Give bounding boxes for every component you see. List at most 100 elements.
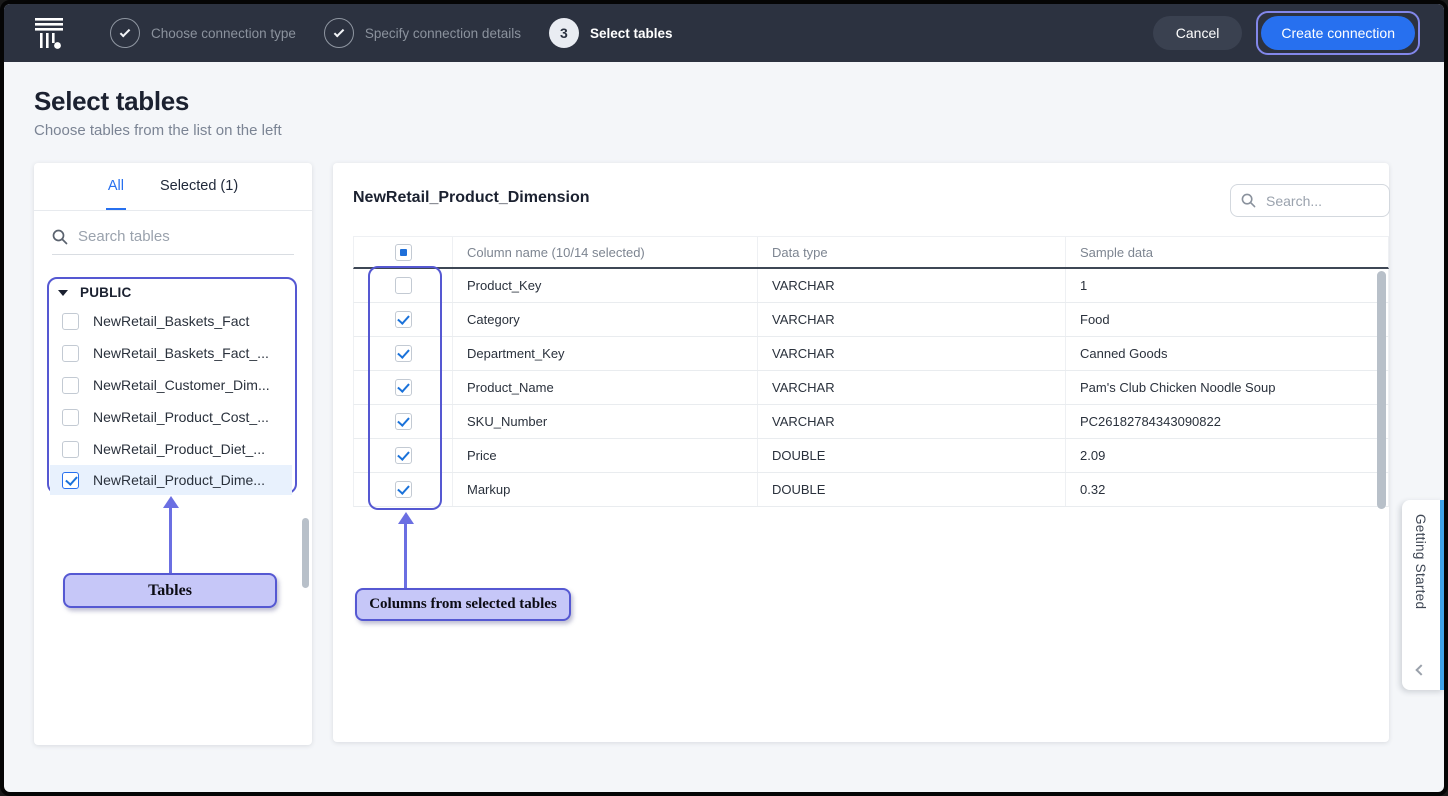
search-tables-field[interactable]	[52, 219, 294, 255]
sample-data-cell: 1	[1066, 269, 1388, 302]
column-row[interactable]: Product_Key VARCHAR 1	[353, 269, 1389, 303]
columns-table-scrollbar[interactable]	[1377, 271, 1386, 509]
table-list-item[interactable]: NewRetail_Baskets_Fact_...	[50, 337, 294, 369]
table-name: NewRetail_Baskets_Fact_...	[93, 345, 269, 361]
step1-check-icon	[110, 18, 140, 48]
column-checkbox[interactable]	[395, 379, 412, 396]
create-connection-button[interactable]: Create connection	[1261, 16, 1415, 50]
column-checkbox[interactable]	[395, 447, 412, 464]
tab-selected[interactable]: Selected (1)	[158, 163, 240, 210]
column-name-cell: Markup	[453, 473, 758, 506]
data-type-cell: VARCHAR	[758, 405, 1066, 438]
table-checkbox[interactable]	[62, 377, 79, 394]
table-list-item[interactable]: NewRetail_Product_Cost_...	[50, 401, 294, 433]
search-icon	[1241, 193, 1256, 208]
tables-annotation-arrow	[169, 508, 172, 574]
data-type-cell: DOUBLE	[758, 439, 1066, 472]
table-list-item-selected[interactable]: NewRetail_Product_Dime...	[50, 465, 292, 495]
data-type-cell: VARCHAR	[758, 337, 1066, 370]
column-row[interactable]: Product_Name VARCHAR Pam's Club Chicken …	[353, 371, 1389, 405]
sample-data-cell: PC26182784343090822	[1066, 405, 1388, 438]
table-name: NewRetail_Product_Diet_...	[93, 441, 265, 457]
tables-annotation-label: Tables	[63, 573, 277, 608]
page-title: Select tables	[34, 86, 189, 117]
table-checkbox[interactable]	[62, 313, 79, 330]
table-name: NewRetail_Product_Cost_...	[93, 409, 269, 425]
sample-data-cell: Pam's Club Chicken Noodle Soup	[1066, 371, 1388, 404]
data-type-cell: DOUBLE	[758, 473, 1066, 506]
step3-label: Select tables	[590, 26, 673, 41]
step2-check-icon	[324, 18, 354, 48]
wizard-steps: Choose connection type Specify connectio…	[110, 18, 701, 48]
column-name-cell: Product_Key	[453, 269, 758, 302]
app-window: Choose connection type Specify connectio…	[0, 0, 1448, 796]
table-list-item[interactable]: NewRetail_Baskets_Fact	[50, 305, 294, 337]
table-checkbox[interactable]	[62, 345, 79, 362]
sample-data-cell: 0.32	[1066, 473, 1388, 506]
step-choose-connection-type[interactable]: Choose connection type	[110, 18, 296, 48]
sample-data-cell: Food	[1066, 303, 1388, 336]
create-connection-annotation-outline: Create connection	[1256, 11, 1420, 55]
search-tables-input[interactable]	[78, 228, 294, 245]
column-checkbox[interactable]	[395, 345, 412, 362]
search-columns-field[interactable]	[1230, 184, 1390, 217]
schema-node-public[interactable]: PUBLIC	[58, 285, 131, 300]
table-checkbox[interactable]	[62, 441, 79, 458]
column-checkbox[interactable]	[395, 311, 412, 328]
sample-data-cell: Canned Goods	[1066, 337, 1388, 370]
table-checkbox[interactable]	[62, 409, 79, 426]
top-navbar: Choose connection type Specify connectio…	[4, 4, 1444, 62]
column-row[interactable]: Markup DOUBLE 0.32	[353, 473, 1389, 507]
column-name-cell: Product_Name	[453, 371, 758, 404]
caret-down-icon[interactable]	[58, 290, 68, 296]
table-list-item[interactable]: NewRetail_Product_Diet_...	[50, 433, 294, 465]
thoughtspot-logo-icon	[34, 15, 64, 51]
column-row[interactable]: Department_Key VARCHAR Canned Goods	[353, 337, 1389, 371]
table-checkbox[interactable]	[62, 472, 79, 489]
step-select-tables[interactable]: 3 Select tables	[549, 18, 673, 48]
column-row[interactable]: Category VARCHAR Food	[353, 303, 1389, 337]
columns-annotation-arrow	[404, 524, 407, 588]
getting-started-tab[interactable]: Getting Started	[1402, 500, 1444, 690]
column-row[interactable]: Price DOUBLE 2.09	[353, 439, 1389, 473]
column-row[interactable]: SKU_Number VARCHAR PC26182784343090822	[353, 405, 1389, 439]
column-name-cell: Price	[453, 439, 758, 472]
data-type-cell: VARCHAR	[758, 269, 1066, 302]
column-checkbox[interactable]	[395, 413, 412, 430]
column-checkbox[interactable]	[395, 277, 412, 294]
left-panel-scrollbar[interactable]	[302, 518, 309, 588]
data-type-header: Data type	[758, 237, 1066, 267]
table-name: NewRetail_Baskets_Fact	[93, 313, 249, 329]
tab-all[interactable]: All	[106, 163, 126, 210]
cancel-button[interactable]: Cancel	[1153, 16, 1243, 50]
table-name: NewRetail_Product_Dime...	[93, 472, 265, 488]
tables-panel: All Selected (1) PUBLIC NewRetail_Basket…	[34, 163, 312, 745]
columns-annotation-arrowhead	[398, 512, 414, 524]
data-type-cell: VARCHAR	[758, 371, 1066, 404]
step1-label: Choose connection type	[151, 26, 296, 41]
step-specify-connection-details[interactable]: Specify connection details	[324, 18, 521, 48]
columns-annotation-label: Columns from selected tables	[355, 588, 571, 621]
step3-number: 3	[549, 18, 579, 48]
sample-data-cell: 2.09	[1066, 439, 1388, 472]
table-list-item[interactable]: NewRetail_Customer_Dim...	[50, 369, 294, 401]
data-type-cell: VARCHAR	[758, 303, 1066, 336]
column-name-cell: Department_Key	[453, 337, 758, 370]
getting-started-stripe	[1440, 500, 1444, 690]
chevron-left-icon[interactable]	[1415, 664, 1426, 675]
search-icon	[52, 229, 68, 245]
page-subtitle: Choose tables from the list on the left	[34, 122, 282, 139]
column-name-cell: Category	[453, 303, 758, 336]
search-columns-input[interactable]	[1266, 193, 1379, 209]
column-name-cell: SKU_Number	[453, 405, 758, 438]
selected-table-title: NewRetail_Product_Dimension	[353, 189, 590, 207]
column-name-header: Column name (10/14 selected)	[453, 237, 758, 267]
columns-table-header: Column name (10/14 selected) Data type S…	[353, 236, 1389, 269]
columns-panel: NewRetail_Product_Dimension Column name …	[333, 163, 1389, 742]
column-checkbox[interactable]	[395, 481, 412, 498]
schema-name: PUBLIC	[80, 285, 131, 300]
step2-label: Specify connection details	[365, 26, 521, 41]
select-all-checkbox[interactable]	[395, 244, 412, 261]
columns-table: Column name (10/14 selected) Data type S…	[353, 236, 1389, 507]
tables-annotation-arrowhead	[163, 496, 179, 508]
